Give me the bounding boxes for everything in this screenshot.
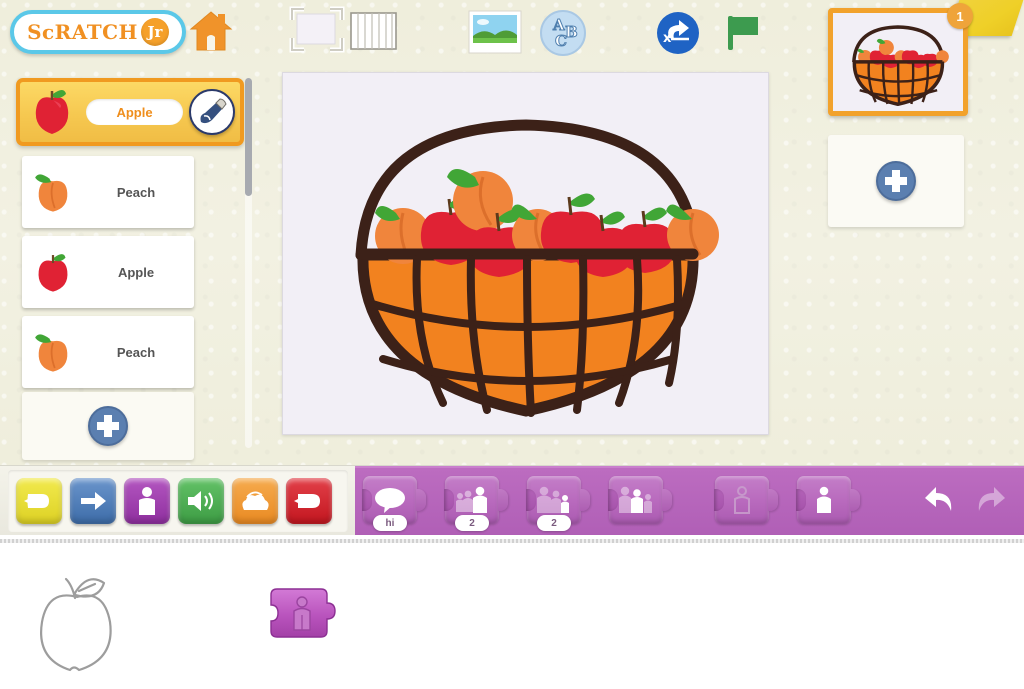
abc-text-icon: A B C	[540, 10, 586, 56]
peach-icon	[35, 334, 68, 372]
undo-button[interactable]	[920, 480, 958, 523]
red-end-icon	[294, 494, 320, 508]
blocks-row: hi 2 2	[362, 476, 860, 531]
home-button[interactable]	[188, 8, 234, 54]
block-shrink[interactable]: 2	[526, 476, 590, 531]
category-end[interactable]	[286, 478, 332, 524]
tab-background[interactable]	[468, 10, 524, 56]
redo-button[interactable]	[972, 480, 1010, 523]
character-sidebar: Apple Peach Apple Peach	[8, 74, 256, 460]
sidebar-item-peach-1[interactable]: Peach	[22, 156, 194, 228]
character-name: Peach	[116, 184, 156, 200]
undo-redo-group	[920, 480, 1010, 523]
tab-fullscreen[interactable]	[289, 6, 345, 60]
block-category-strip	[8, 470, 348, 532]
home-icon	[189, 11, 233, 51]
tab-reset-characters[interactable]: x	[653, 8, 703, 58]
svg-text:C: C	[555, 32, 567, 50]
block-value-say[interactable]: hi	[373, 515, 407, 531]
sidebar-item-apple-2[interactable]: Apple	[22, 236, 194, 308]
block-show[interactable]	[796, 476, 860, 524]
scratchjr-logo: ScRATCH Jr	[10, 10, 186, 54]
block-hide[interactable]	[714, 476, 778, 524]
show-person-icon	[817, 486, 831, 513]
orange-flow-icon	[242, 491, 269, 510]
block-value-grow[interactable]: 2	[455, 515, 489, 531]
character-name: Apple	[117, 264, 155, 280]
add-page-button[interactable]	[828, 135, 964, 227]
redo-icon	[978, 487, 1005, 511]
page-number-badge: 1	[947, 3, 973, 29]
character-name: Peach	[116, 344, 156, 360]
grow-person-icon	[456, 486, 487, 513]
basket-page-thumbnail	[852, 25, 949, 107]
paintbrush-icon	[200, 98, 227, 124]
reset-characters-icon: x	[657, 12, 699, 54]
tab-grid[interactable]	[349, 10, 399, 54]
shrink-person-icon	[537, 486, 569, 513]
stage-canvas[interactable]	[282, 72, 769, 435]
undo-icon	[925, 487, 952, 511]
purple-person-block-icon	[270, 588, 336, 638]
speech-bubble-icon	[375, 488, 405, 513]
category-motion[interactable]	[70, 478, 116, 524]
reset-size-person-icon	[619, 486, 652, 513]
green-speaker-icon	[188, 491, 213, 511]
apple-icon	[38, 254, 68, 292]
block-value-shrink[interactable]: 2	[537, 515, 571, 531]
add-character-button[interactable]	[22, 392, 194, 460]
sidebar-item-peach-3[interactable]: Peach	[22, 316, 194, 388]
svg-text:x: x	[663, 31, 672, 46]
hide-person-icon	[734, 486, 750, 514]
grid-icon	[350, 12, 397, 50]
yellow-hat-icon	[24, 494, 49, 508]
hide-show-person-block[interactable]	[265, 585, 345, 645]
page-list: 1	[828, 3, 978, 227]
block-reset-size[interactable]	[608, 476, 672, 524]
fullscreen-icon	[289, 6, 345, 53]
apple-outline-drawing	[22, 567, 132, 677]
lower-panel	[0, 535, 1024, 689]
category-sound[interactable]	[178, 478, 224, 524]
category-looks[interactable]	[124, 478, 170, 524]
block-grow[interactable]: 2	[444, 476, 508, 531]
category-control[interactable]	[232, 478, 278, 524]
selected-character-name: Apple	[86, 99, 183, 125]
sidebar-scrollbar-thumb[interactable]	[245, 78, 252, 196]
script-blocks-area[interactable]: hi 2 2	[355, 466, 1024, 536]
category-triggering[interactable]	[16, 478, 62, 524]
background-image-icon	[468, 10, 522, 54]
sidebar-scrollbar[interactable]	[245, 78, 252, 448]
green-flag-icon	[728, 16, 758, 50]
plus-icon	[876, 161, 916, 201]
purple-person-icon	[139, 487, 155, 515]
logo-badge: Jr	[140, 18, 169, 46]
panel-divider	[0, 539, 1024, 543]
logo-text: ScRATCH	[27, 20, 138, 44]
tab-green-flag[interactable]	[718, 8, 768, 58]
blue-arrow-icon	[81, 492, 106, 510]
basket-of-apples-drawing	[355, 119, 719, 417]
block-say[interactable]: hi	[362, 476, 426, 531]
apple-icon	[35, 90, 69, 134]
peach-icon	[35, 174, 68, 212]
block-palette-bar: hi 2 2	[0, 465, 1024, 536]
sidebar-item-selected-apple[interactable]: Apple	[16, 78, 244, 146]
tab-add-text[interactable]: A B C	[538, 8, 588, 58]
plus-icon	[88, 406, 128, 446]
scratchjr-app: ScRATCH Jr A B C x Apple Peach Apple Pea…	[0, 0, 1024, 689]
page-thumbnail-1[interactable]: 1	[828, 3, 973, 116]
paint-editor-button[interactable]	[189, 89, 235, 135]
